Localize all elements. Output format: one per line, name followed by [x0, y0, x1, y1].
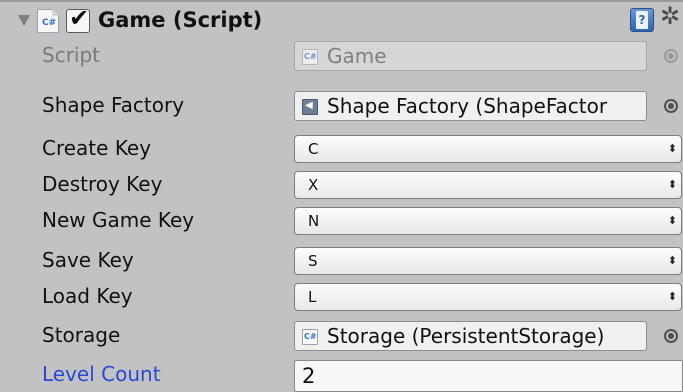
script-icon-glyph: C#: [304, 332, 317, 341]
level-count-label: Level Count: [42, 362, 161, 386]
prefab-icon: ◀: [302, 99, 318, 115]
inspector-panel: C# ✔ Game (Script) ? ✲ Script C# Game Sh…: [0, 0, 683, 392]
component-header[interactable]: C# ✔ Game (Script) ? ✲: [0, 2, 683, 40]
dropdown-arrow-icon: ⬍: [667, 290, 677, 303]
destroy-key-dropdown[interactable]: X ⬍: [294, 171, 682, 199]
save-key-dropdown[interactable]: S ⬍: [294, 247, 682, 275]
dropdown-arrow-icon: ⬍: [667, 254, 677, 267]
script-icon-glyph: C#: [42, 18, 57, 28]
storage-field-value: Storage (PersistentStorage): [327, 324, 605, 348]
field-row-destroy-key: Destroy Key X ⬍: [0, 170, 683, 206]
storage-label: Storage: [42, 323, 121, 347]
field-row-shape-factory: Shape Factory ◀ Shape Factory (ShapeFact…: [0, 91, 683, 127]
create-key-dropdown[interactable]: C ⬍: [294, 135, 682, 163]
gear-icon[interactable]: ✲: [660, 4, 680, 28]
save-key-value: S: [308, 252, 318, 270]
foldout-expanded-triangle-icon[interactable]: [18, 15, 30, 26]
save-key-label: Save Key: [42, 248, 134, 272]
csharp-script-icon: C#: [302, 49, 318, 65]
field-row-level-count: Level Count 2: [0, 360, 683, 392]
script-object-field: C# Game: [294, 41, 647, 71]
new-game-key-dropdown[interactable]: N ⬍: [294, 207, 682, 235]
csharp-script-icon: C#: [37, 9, 59, 33]
destroy-key-value: X: [308, 176, 319, 194]
storage-object-field[interactable]: C# Storage (PersistentStorage): [294, 321, 647, 351]
shape-factory-label: Shape Factory: [42, 93, 185, 117]
component-title: Game (Script): [98, 8, 263, 32]
dropdown-arrow-icon: ⬍: [667, 214, 677, 227]
script-field-value: Game: [327, 44, 387, 68]
help-book-icon[interactable]: ?: [630, 8, 654, 32]
field-row-create-key: Create Key C ⬍: [0, 134, 683, 170]
object-picker-icon[interactable]: [664, 99, 678, 113]
shape-factory-field-value: Shape Factory (ShapeFactor: [327, 94, 608, 118]
checkmark-icon: ✔: [69, 4, 90, 32]
load-key-label: Load Key: [42, 284, 133, 308]
field-row-storage: Storage C# Storage (PersistentStorage): [0, 321, 683, 357]
create-key-value: C: [308, 140, 319, 158]
prefab-icon-glyph: ◀: [305, 100, 313, 111]
load-key-dropdown[interactable]: L ⬍: [294, 283, 682, 311]
component-enabled-checkbox[interactable]: ✔: [66, 4, 90, 33]
csharp-script-icon: C#: [302, 329, 318, 345]
field-row-new-game-key: New Game Key N ⬍: [0, 206, 683, 242]
load-key-value: L: [308, 288, 317, 306]
shape-factory-object-field[interactable]: ◀ Shape Factory (ShapeFactor: [294, 91, 647, 121]
object-picker-icon[interactable]: [664, 329, 678, 343]
help-glyph: ?: [636, 11, 648, 29]
field-row-load-key: Load Key L ⬍: [0, 282, 683, 318]
dropdown-arrow-icon: ⬍: [667, 142, 677, 155]
script-label: Script: [42, 43, 101, 67]
new-game-key-value: N: [308, 212, 320, 230]
dropdown-arrow-icon: ⬍: [667, 178, 677, 191]
new-game-key-label: New Game Key: [42, 208, 195, 232]
destroy-key-label: Destroy Key: [42, 172, 163, 196]
field-row-script: Script C# Game: [0, 41, 683, 77]
level-count-int-field[interactable]: 2: [294, 360, 683, 392]
object-picker-icon: [664, 49, 678, 63]
field-row-save-key: Save Key S ⬍: [0, 246, 683, 282]
script-icon-glyph: C#: [304, 52, 317, 61]
create-key-label: Create Key: [42, 136, 152, 160]
